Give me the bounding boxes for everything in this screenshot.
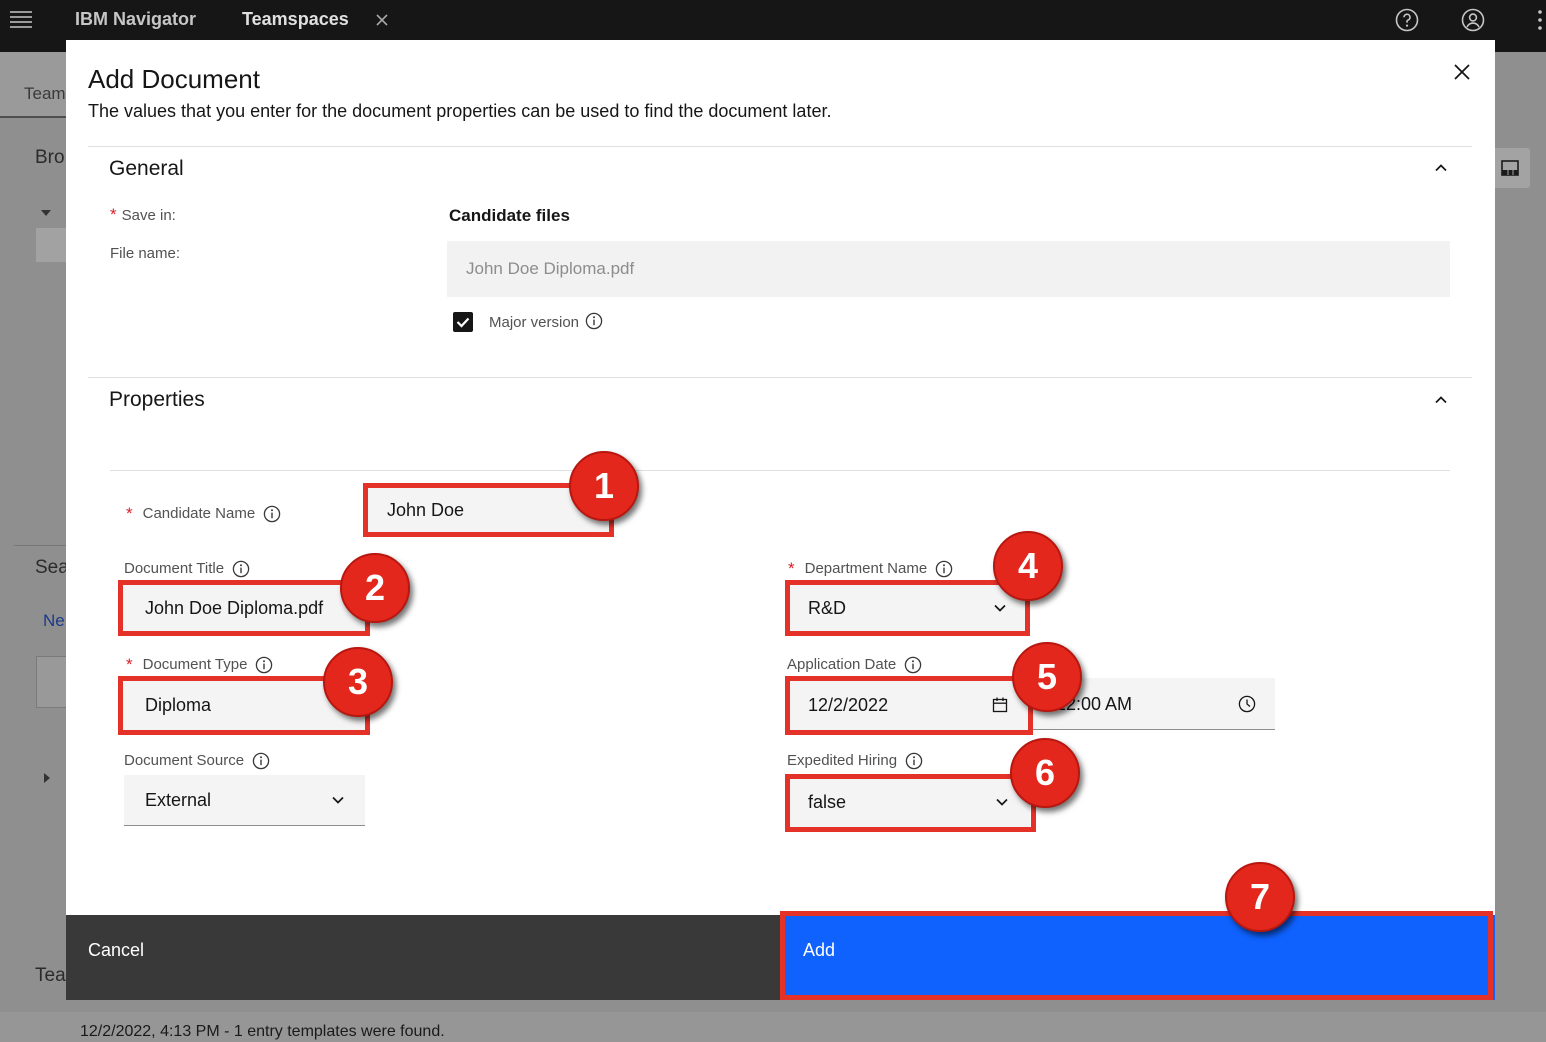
document-type-label-text: Document Type	[142, 656, 248, 673]
cancel-button-label: Cancel	[88, 940, 145, 960]
step-badge-4: 4	[993, 531, 1063, 601]
cancel-button[interactable]: Cancel	[66, 915, 780, 1000]
dialog-title: Add Document	[88, 64, 260, 94]
candidate-name-label: * Candidate Name	[126, 504, 281, 524]
background-browse-heading: Bro	[35, 147, 65, 168]
department-name-label-text: Department Name	[804, 560, 928, 577]
file-name-label: File name:	[110, 245, 181, 262]
chevron-up-icon[interactable]	[1433, 392, 1449, 408]
tab-close-icon[interactable]	[376, 13, 388, 26]
document-title-label-text: Document Title	[124, 560, 225, 577]
major-version-checkbox[interactable]	[453, 312, 473, 332]
tree-collapse-icon[interactable]	[44, 770, 50, 783]
dialog-description: The values that you enter for the docume…	[88, 101, 832, 121]
general-section-heading[interactable]: General	[109, 157, 184, 181]
background-teamspace-heading: Tea	[35, 965, 66, 986]
step-badge-7: 7	[1225, 862, 1295, 932]
background-search-heading: Sea	[35, 557, 69, 578]
expedited-hiring-label-text: Expedited Hiring	[787, 752, 898, 769]
save-in-label: * Save in:	[110, 205, 176, 226]
major-version-label-text: Major version	[489, 314, 580, 331]
required-asterisk: *	[126, 504, 133, 523]
candidate-name-label-text: Candidate Name	[142, 505, 256, 522]
step-badge-5: 5	[1012, 642, 1082, 712]
background-tab-label[interactable]: Team	[24, 84, 66, 104]
department-name-label: * Department Name	[788, 559, 953, 579]
required-asterisk: *	[126, 655, 133, 674]
document-source-select[interactable]: External	[124, 775, 365, 826]
document-source-label: Document Source	[124, 751, 270, 771]
close-icon[interactable]	[1453, 63, 1471, 81]
application-date-label-text: Application Date	[787, 656, 897, 673]
clock-icon[interactable]	[1238, 695, 1256, 713]
document-type-label: * Document Type	[126, 655, 273, 675]
document-source-label-text: Document Source	[124, 752, 245, 769]
background-search-input[interactable]	[36, 656, 66, 708]
tree-expand-icon[interactable]	[41, 204, 51, 216]
layout-icon	[1500, 158, 1520, 178]
chevron-up-icon[interactable]	[1433, 160, 1449, 176]
tab-teamspaces[interactable]: Teamspaces	[242, 8, 349, 30]
application-date-label: Application Date	[787, 655, 922, 675]
info-icon[interactable]	[255, 656, 273, 674]
save-in-value: Candidate files	[449, 206, 570, 225]
info-icon[interactable]	[935, 560, 953, 578]
info-icon[interactable]	[263, 505, 281, 523]
app-name[interactable]: IBM Navigator	[75, 8, 196, 30]
layout-toggle-button[interactable]	[1490, 148, 1530, 188]
major-version-label: Major version	[489, 312, 603, 333]
chevron-down-icon	[330, 792, 346, 808]
step-badge-3: 3	[323, 647, 393, 717]
step-badge-1: 1	[569, 451, 639, 521]
info-icon[interactable]	[585, 312, 603, 330]
add-document-dialog: Add Document The values that you enter f…	[66, 40, 1495, 1000]
step-badge-2: 2	[340, 553, 410, 623]
step-badge-6: 6	[1010, 738, 1080, 808]
background-selected-tree-row[interactable]	[36, 228, 66, 262]
annotation-highlight-box	[785, 774, 1036, 832]
info-icon[interactable]	[905, 752, 923, 770]
save-in-label-text: Save in:	[121, 207, 176, 224]
properties-divider	[110, 470, 1450, 471]
document-source-value: External	[145, 790, 212, 810]
help-icon[interactable]	[1395, 8, 1419, 32]
document-title-label: Document Title	[124, 559, 250, 579]
info-icon[interactable]	[252, 752, 270, 770]
properties-section-heading[interactable]: Properties	[109, 388, 205, 412]
required-asterisk: *	[788, 559, 795, 578]
annotation-highlight-box	[118, 580, 370, 636]
file-name-input: John Doe Diploma.pdf	[447, 241, 1450, 297]
background-divider	[14, 545, 66, 546]
annotation-highlight-box	[785, 676, 1033, 735]
header-divider	[88, 146, 1472, 147]
general-divider	[88, 377, 1472, 378]
status-message: 12/2/2022, 4:13 PM - 1 entry templates w…	[80, 1023, 445, 1040]
info-icon[interactable]	[904, 656, 922, 674]
annotation-highlight-box	[780, 911, 1493, 1000]
expedited-hiring-label: Expedited Hiring	[787, 751, 923, 771]
overflow-menu-icon[interactable]	[1536, 8, 1544, 32]
hamburger-menu-icon[interactable]	[9, 9, 33, 29]
annotation-highlight-box	[785, 580, 1030, 636]
info-icon[interactable]	[232, 560, 250, 578]
background-new-link[interactable]: Ne	[43, 611, 65, 631]
required-asterisk: *	[110, 205, 117, 224]
user-avatar-icon[interactable]	[1461, 8, 1485, 32]
